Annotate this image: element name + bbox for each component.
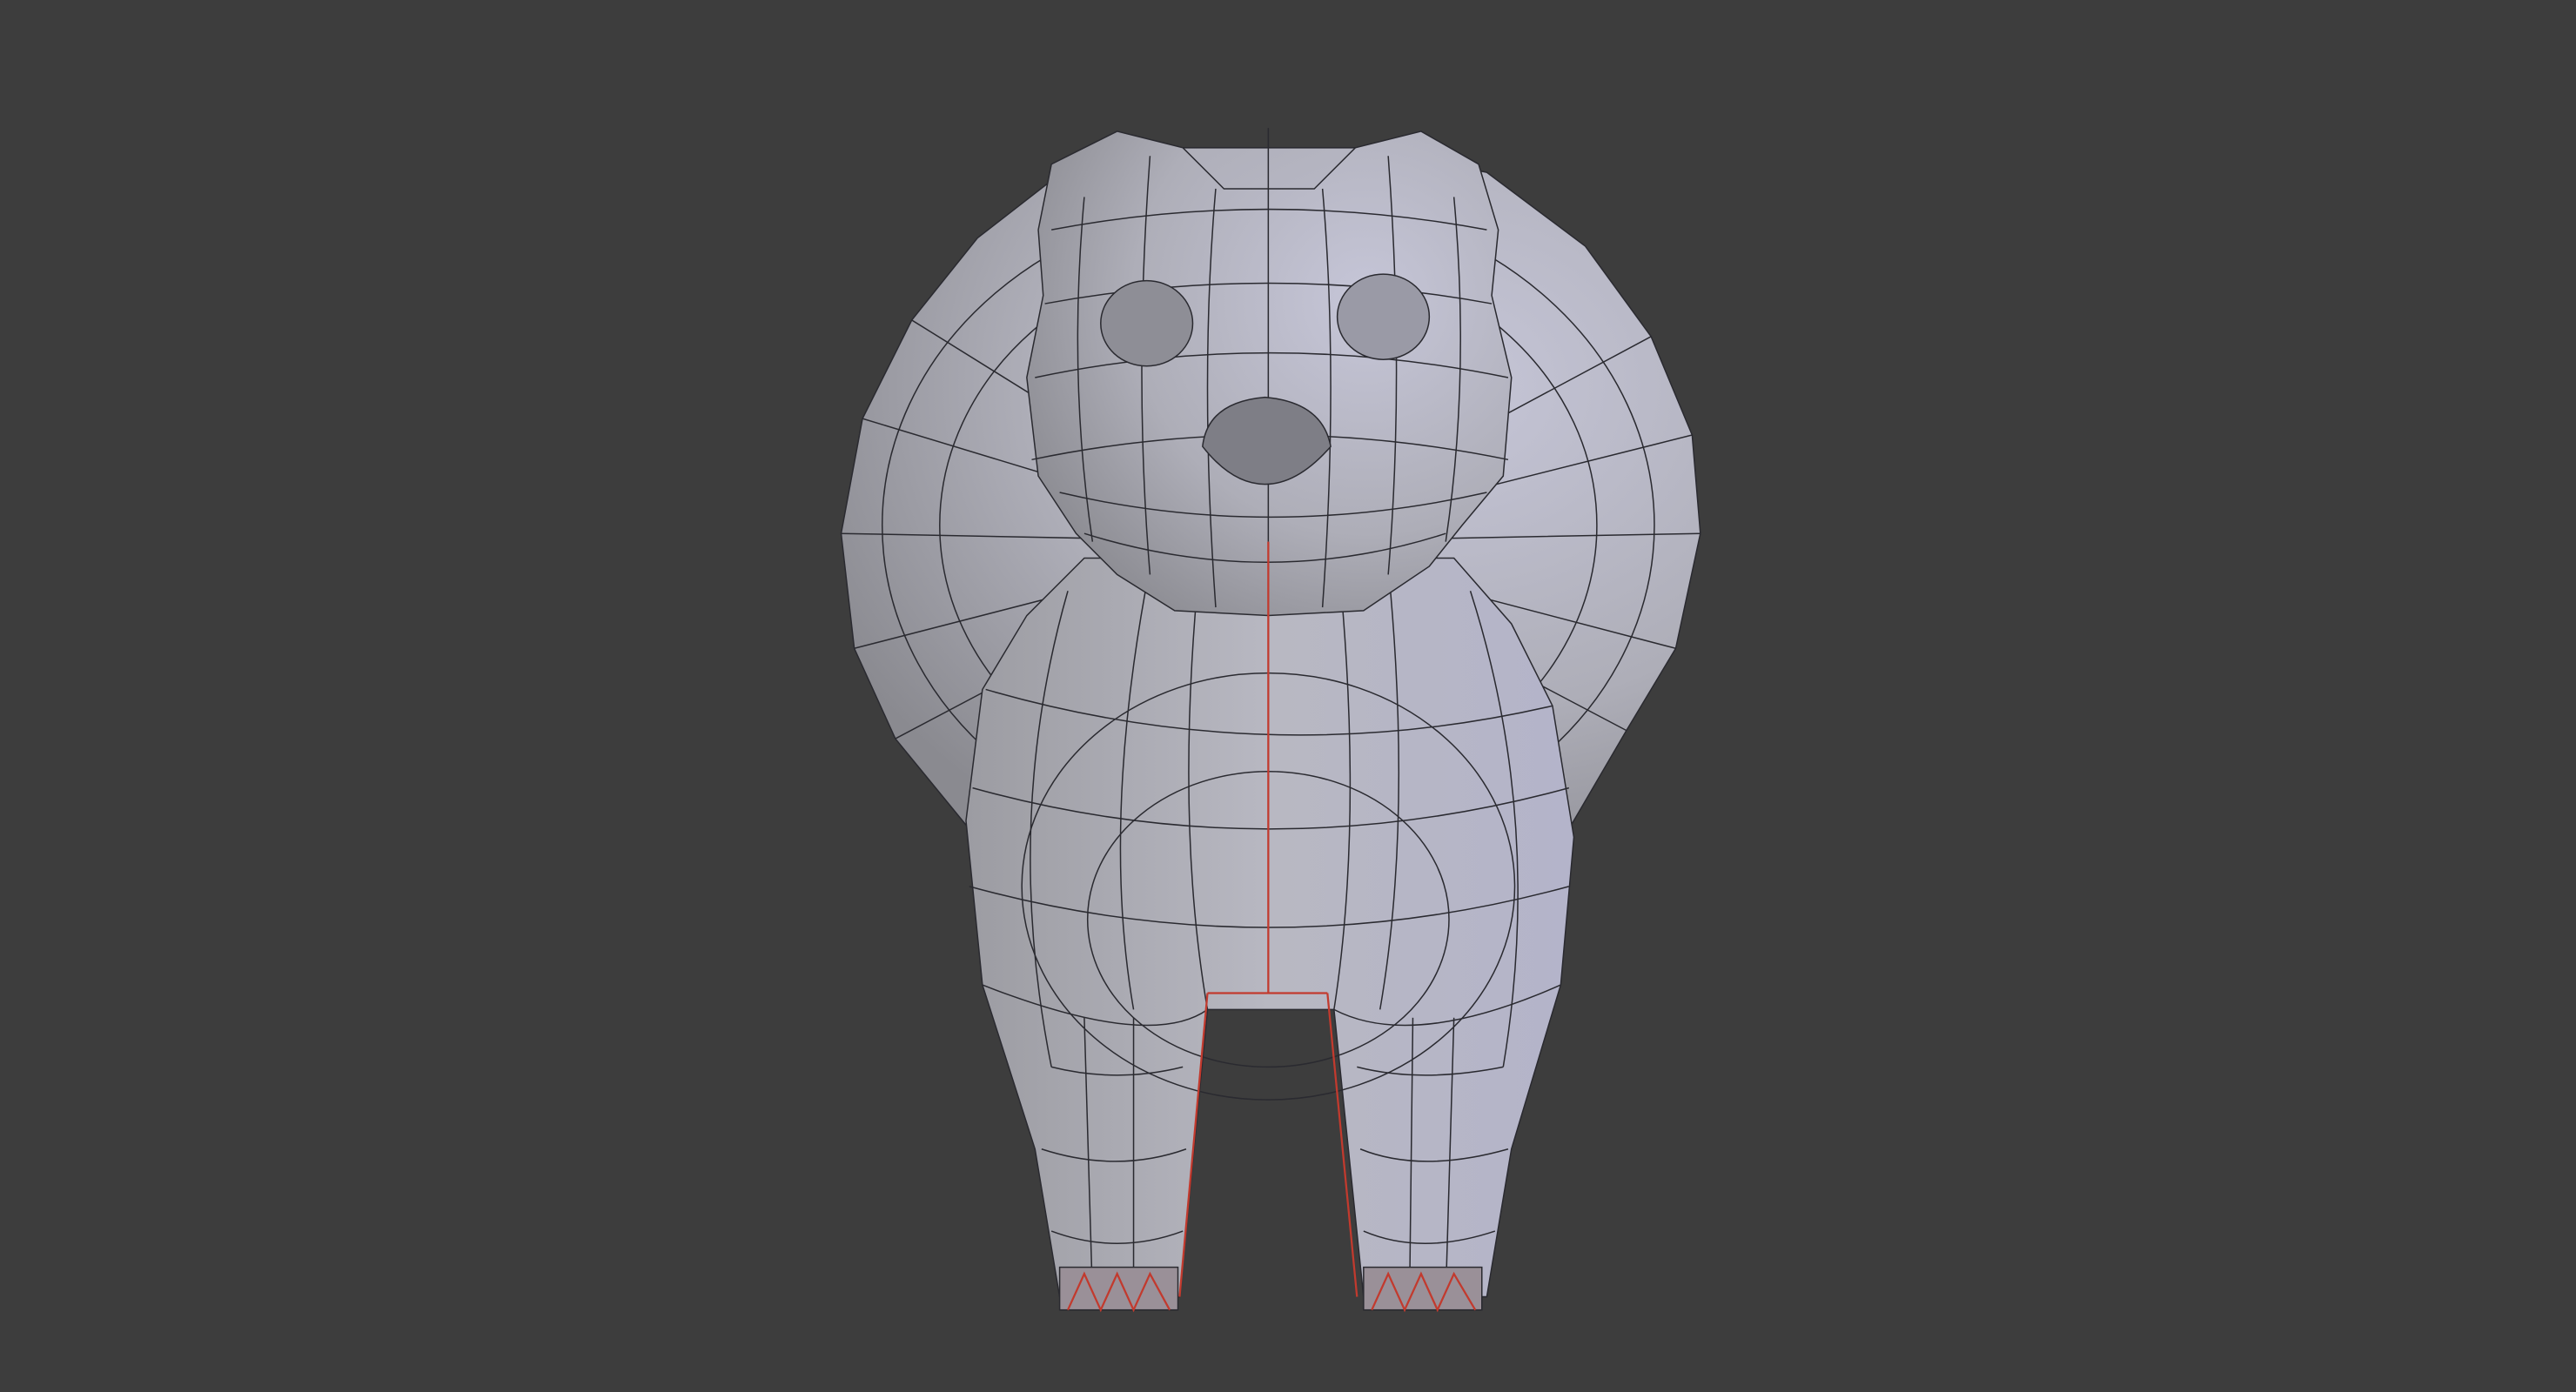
left-eye <box>1100 279 1194 367</box>
3d-viewport[interactable] <box>0 0 2576 1392</box>
right-eye <box>1336 273 1431 360</box>
